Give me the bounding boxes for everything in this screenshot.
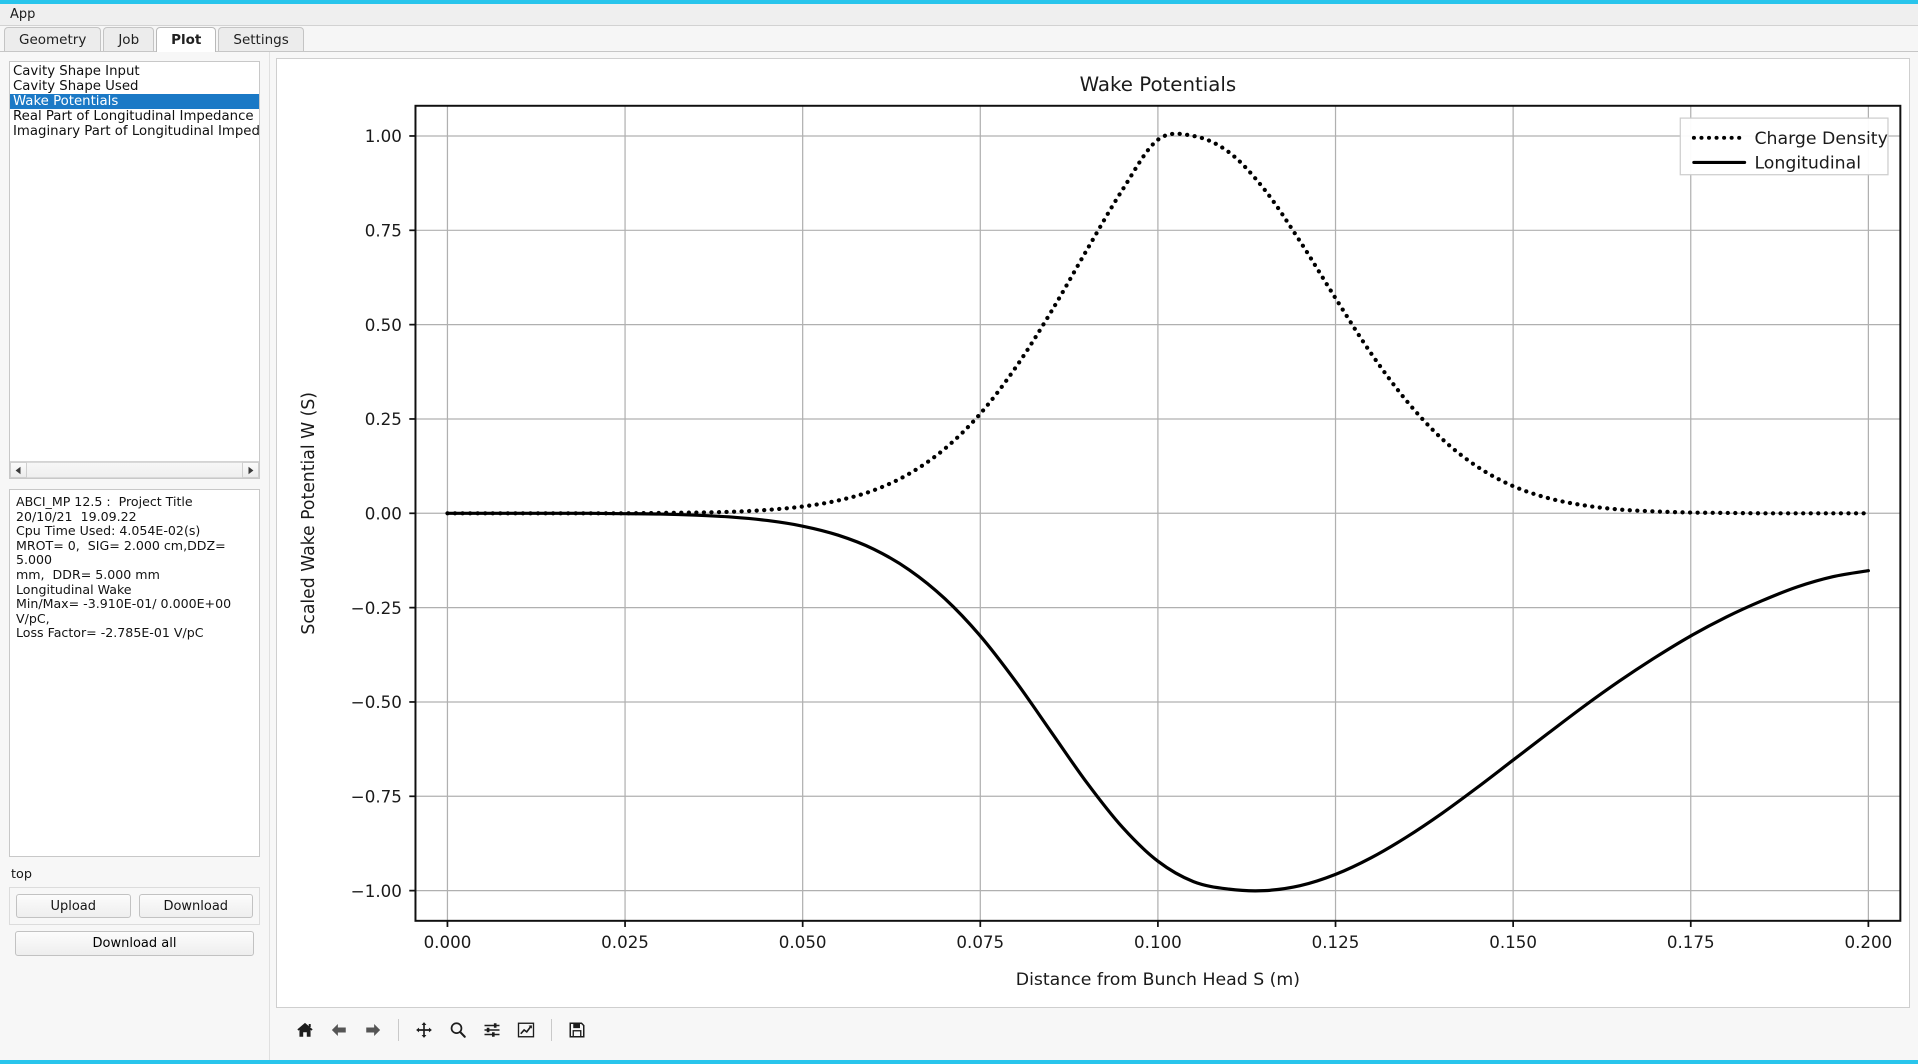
x-tick-label: 0.200 [1845, 933, 1893, 952]
y-tick-label: 0.75 [365, 221, 402, 240]
scrollbar-track[interactable] [27, 462, 242, 478]
app-window: App Geometry Job Plot Settings Cavity Sh… [0, 0, 1918, 1064]
plot-list[interactable]: Cavity Shape Input Cavity Shape Used Wak… [10, 62, 259, 461]
matplotlib-nav-toolbar [276, 1008, 1910, 1052]
info-line-minmax: Min/Max= -3.910E-01/ 0.000E+00 V/pC, [16, 596, 236, 626]
x-tick-label: 0.100 [1134, 933, 1182, 952]
list-item-imaginary-part-impedance[interactable]: Imaginary Part of Longitudinal Impedance [10, 124, 259, 139]
tab-plot-label: Plot [171, 32, 202, 48]
run-info-box: ABCI_MP 12.5 : Project Title 20/10/21 19… [9, 489, 260, 857]
x-tick-label: 0.150 [1489, 933, 1537, 952]
tab-settings-label: Settings [233, 31, 289, 48]
chart-svg: Wake Potentials 0.000 0.025 0.050 0.075 0.100… [277, 59, 1909, 1007]
info-line-cpu-time: Cpu Time Used: 4.054E-02(s) [16, 523, 201, 539]
tab-bar: Geometry Job Plot Settings [0, 26, 1918, 52]
tab-job[interactable]: Job [103, 27, 155, 51]
tab-settings[interactable]: Settings [218, 27, 304, 51]
download-all-button[interactable]: Download all [15, 931, 254, 956]
status-text: top [11, 867, 32, 882]
move-icon[interactable] [409, 1015, 439, 1045]
tab-plot[interactable]: Plot [156, 27, 217, 52]
x-tick-label: 0.000 [424, 933, 472, 952]
home-icon[interactable] [290, 1015, 320, 1045]
y-tick-label: −0.75 [351, 787, 402, 806]
info-line-params-2: mm, DDR= 5.000 mm [16, 566, 160, 582]
x-tick-label: 0.025 [601, 933, 649, 952]
download-all-wrap: Download all [9, 925, 260, 956]
x-tick-label: 0.075 [956, 933, 1004, 952]
info-line-wake-type: Longitudinal Wake [16, 581, 132, 597]
y-tick-label: 0.50 [365, 316, 402, 335]
x-axis-label: Distance from Bunch Head S (m) [1016, 970, 1300, 990]
arrow-left-icon[interactable] [324, 1015, 354, 1045]
main-split: Cavity Shape Input Cavity Shape Used Wak… [0, 52, 1918, 1060]
y-tick-label: −0.50 [351, 693, 402, 712]
y-tick-label: −0.25 [351, 599, 402, 618]
plot-list-box: Cavity Shape Input Cavity Shape Used Wak… [9, 61, 260, 479]
x-tick-label: 0.050 [779, 933, 827, 952]
tab-geometry-label: Geometry [19, 31, 87, 48]
legend-label-2: Longitudinal [1754, 154, 1861, 174]
x-tick-label: 0.125 [1312, 933, 1360, 952]
x-tick-label: 0.175 [1667, 933, 1715, 952]
list-item-real-part-impedance[interactable]: Real Part of Longitudinal Impedance [10, 109, 259, 124]
magnifier-icon[interactable] [443, 1015, 473, 1045]
y-tick-label: 1.00 [365, 127, 402, 146]
list-item-wake-potentials[interactable]: Wake Potentials [10, 94, 259, 109]
y-tick-label: −1.00 [351, 882, 402, 901]
arrow-right-icon[interactable] [358, 1015, 388, 1045]
scroll-right-arrow-icon[interactable] [242, 462, 259, 478]
plot-panel: Wake Potentials 0.000 0.025 0.050 0.075 0.100… [270, 52, 1918, 1060]
chart-title: Wake Potentials [1080, 73, 1237, 96]
info-line-title: ABCI_MP 12.5 : Project Title [16, 494, 193, 509]
title-bar: App [0, 4, 1918, 26]
app-title: App [10, 7, 36, 22]
toolbar-divider-2 [551, 1019, 552, 1041]
sidebar: Cavity Shape Input Cavity Shape Used Wak… [0, 52, 270, 1060]
legend-label-1: Charge Density [1754, 129, 1887, 149]
tab-geometry[interactable]: Geometry [4, 27, 102, 51]
chart-line-icon[interactable] [511, 1015, 541, 1045]
matplotlib-figure[interactable]: Wake Potentials 0.000 0.025 0.050 0.075 0.100… [277, 59, 1909, 1007]
floppy-disk-icon[interactable] [562, 1015, 592, 1045]
download-button[interactable]: Download [138, 894, 253, 918]
upload-download-group: Upload Download [9, 887, 260, 925]
y-tick-label: 0.25 [365, 410, 402, 429]
list-item-cavity-shape-input[interactable]: Cavity Shape Input [10, 64, 259, 79]
info-line-params-1: MROT= 0, SIG= 2.000 cm,DDZ= 5.000 [16, 537, 230, 568]
info-line-loss-factor: Loss Factor= -2.785E-01 V/pC [16, 625, 204, 641]
list-item-cavity-shape-used[interactable]: Cavity Shape Used [10, 79, 259, 94]
toolbar-divider-1 [398, 1019, 399, 1041]
info-line-datetime: 20/10/21 19.09.22 [16, 508, 137, 524]
figure-frame: Wake Potentials 0.000 0.025 0.050 0.075 0.100… [276, 58, 1910, 1008]
chart-legend: Charge Density Longitudinal [1679, 117, 1889, 176]
sliders-icon[interactable] [477, 1015, 507, 1045]
tab-job-label: Job [118, 31, 140, 48]
y-axis-label: Scaled Wake Potential W (S) [299, 392, 319, 635]
scroll-left-arrow-icon[interactable] [10, 462, 27, 478]
upload-button[interactable]: Upload [16, 894, 131, 918]
y-tick-label: 0.00 [365, 504, 402, 523]
horizontal-scrollbar[interactable] [10, 461, 259, 478]
